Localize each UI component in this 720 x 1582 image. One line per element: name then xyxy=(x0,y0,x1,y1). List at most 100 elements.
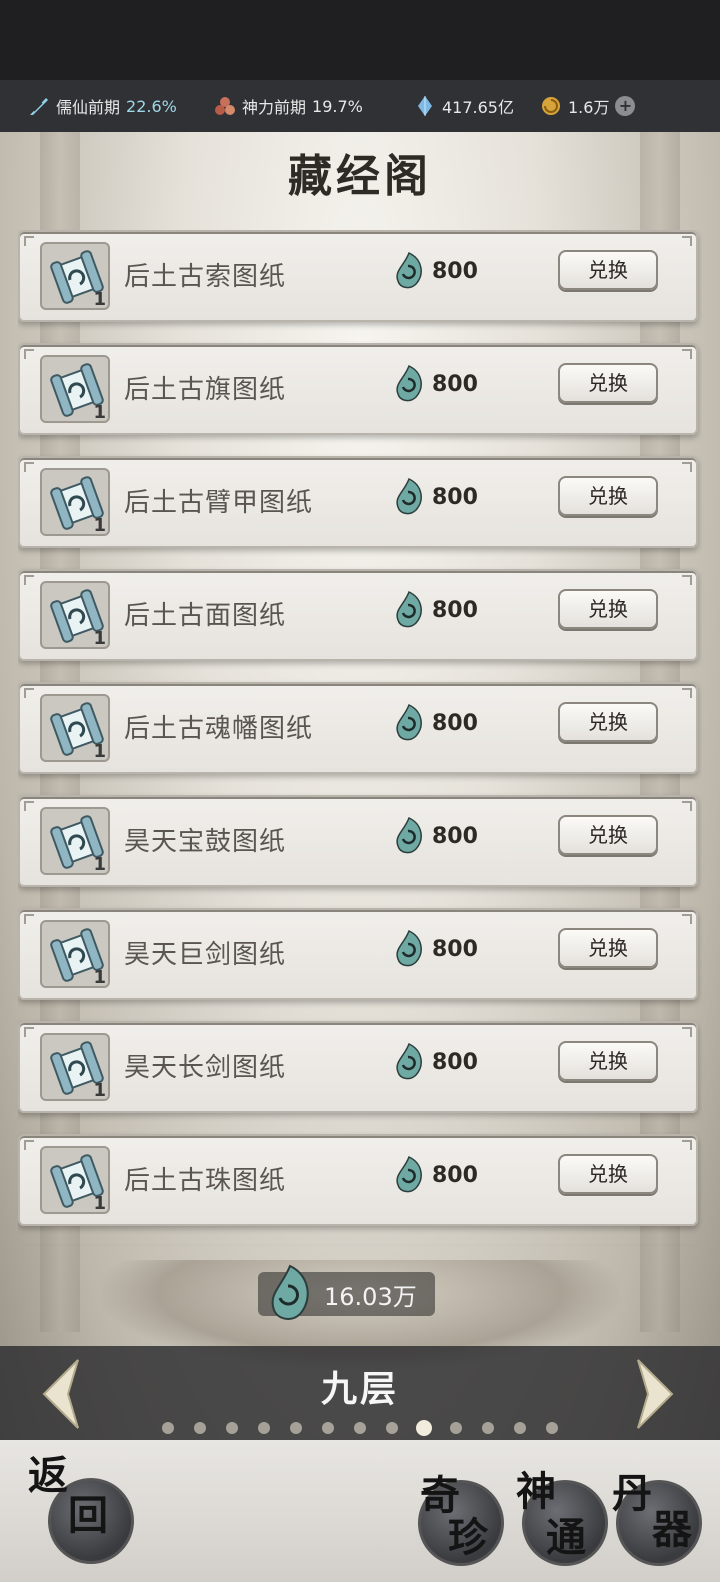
item-row: 1 后土古旗图纸 800 兑换 xyxy=(18,343,698,435)
item-thumbnail[interactable]: 1 xyxy=(40,581,110,649)
back-button[interactable]: 返 回 xyxy=(28,1452,134,1566)
jade-token-icon xyxy=(396,478,422,515)
item-cost: 800 xyxy=(392,930,478,968)
item-cost-value: 800 xyxy=(432,1162,478,1188)
item-thumbnail[interactable]: 1 xyxy=(40,242,110,310)
floor-name: 九层 xyxy=(320,1368,399,1410)
token-balance: 16.03万 xyxy=(258,1264,435,1320)
token-balance-value: 16.03万 xyxy=(324,1282,417,1311)
item-name: 昊天巨剑图纸 xyxy=(124,940,287,970)
spirit-stone-counter: 417.65亿 xyxy=(414,94,514,118)
divine-power-percent: 19.7% xyxy=(312,96,363,116)
elixir-char-2: 器 xyxy=(652,1506,692,1553)
item-thumbnail[interactable]: 1 xyxy=(40,355,110,423)
jade-token-icon xyxy=(396,252,422,289)
item-quantity: 1 xyxy=(93,854,106,875)
divine-char-1: 神 xyxy=(516,1468,556,1515)
next-floor-arrow-icon[interactable] xyxy=(632,1356,678,1432)
exchange-button[interactable]: 兑换 xyxy=(558,1041,658,1081)
page-dot[interactable] xyxy=(322,1422,334,1434)
item-row: 1 后土古索图纸 800 兑换 xyxy=(18,230,698,322)
page-dot-active[interactable] xyxy=(416,1420,432,1436)
item-list[interactable]: 1 后土古索图纸 800 兑换 1 后土古旗图纸 800 兑换 1 后土古臂甲图… xyxy=(18,230,702,1246)
exchange-button[interactable]: 兑换 xyxy=(558,476,658,516)
item-name: 昊天长剑图纸 xyxy=(124,1053,287,1083)
triple-flame-icon xyxy=(215,97,235,115)
exchange-button[interactable]: 兑换 xyxy=(558,1154,658,1194)
back-char-1: 返 xyxy=(28,1452,68,1499)
item-cost: 800 xyxy=(392,591,478,629)
top-decor-band xyxy=(0,0,720,80)
item-thumbnail[interactable]: 1 xyxy=(40,1146,110,1214)
item-cost: 800 xyxy=(392,365,478,403)
item-cost: 800 xyxy=(392,1156,478,1194)
item-name: 后土古珠图纸 xyxy=(124,1166,287,1196)
crystal-icon xyxy=(418,96,432,116)
jade-token-icon xyxy=(396,591,422,628)
item-cost-value: 800 xyxy=(432,371,478,397)
page-dot[interactable] xyxy=(514,1422,526,1434)
exchange-button[interactable]: 兑换 xyxy=(558,250,658,290)
item-row: 1 后土古面图纸 800 兑换 xyxy=(18,569,698,661)
item-name: 后土古臂甲图纸 xyxy=(124,488,314,518)
page-dot[interactable] xyxy=(290,1422,302,1434)
back-char-2: 回 xyxy=(68,1492,108,1539)
item-thumbnail[interactable]: 1 xyxy=(40,468,110,536)
exchange-button[interactable]: 兑换 xyxy=(558,928,658,968)
page-dot[interactable] xyxy=(162,1422,174,1434)
gold-swirl-icon xyxy=(542,97,560,115)
item-quantity: 1 xyxy=(93,1080,106,1101)
item-cost: 800 xyxy=(392,252,478,290)
item-cost-value: 800 xyxy=(432,258,478,284)
item-quantity: 1 xyxy=(93,1193,106,1214)
item-row: 1 昊天宝鼓图纸 800 兑换 xyxy=(18,795,698,887)
rare-char-1: 奇 xyxy=(420,1472,460,1519)
divine-skill-button[interactable]: 神 通 xyxy=(516,1466,612,1576)
page-dot[interactable] xyxy=(194,1422,206,1434)
item-cost: 800 xyxy=(392,478,478,516)
item-cost-value: 800 xyxy=(432,710,478,736)
divine-power-label: 神力前期 xyxy=(242,98,307,117)
divine-char-2: 通 xyxy=(546,1514,586,1561)
item-thumbnail[interactable]: 1 xyxy=(40,807,110,875)
feather-blade-icon xyxy=(30,98,48,115)
item-cost-value: 800 xyxy=(432,1049,478,1075)
exchange-button[interactable]: 兑换 xyxy=(558,815,658,855)
item-row: 1 后土古臂甲图纸 800 兑换 xyxy=(18,456,698,548)
add-currency-button[interactable]: + xyxy=(615,96,636,116)
jade-token-icon xyxy=(396,704,422,741)
page-dot[interactable] xyxy=(354,1422,366,1434)
item-quantity: 1 xyxy=(93,289,106,310)
jade-token-icon xyxy=(271,1264,309,1320)
rare-char-2: 珍 xyxy=(448,1514,488,1561)
cultivation-percent: 22.6% xyxy=(126,96,177,116)
item-name: 后土古面图纸 xyxy=(124,601,287,631)
rare-treasure-button[interactable]: 奇 珍 xyxy=(418,1466,514,1576)
item-name: 昊天宝鼓图纸 xyxy=(124,827,287,857)
item-cost-value: 800 xyxy=(432,484,478,510)
page-dot[interactable] xyxy=(226,1422,238,1434)
jade-token-icon xyxy=(396,1156,422,1193)
jade-token-icon xyxy=(396,930,422,967)
item-thumbnail[interactable]: 1 xyxy=(40,1033,110,1101)
item-thumbnail[interactable]: 1 xyxy=(40,920,110,988)
item-cost: 800 xyxy=(392,817,478,855)
gold-currency-counter: 1.6万 + xyxy=(540,94,636,118)
item-quantity: 1 xyxy=(93,741,106,762)
item-thumbnail[interactable]: 1 xyxy=(40,694,110,762)
elixir-artifact-button[interactable]: 丹 器 xyxy=(612,1466,712,1576)
exchange-button[interactable]: 兑换 xyxy=(558,363,658,403)
item-name: 后土古旗图纸 xyxy=(124,375,287,405)
item-row: 1 昊天巨剑图纸 800 兑换 xyxy=(18,908,698,1000)
page-dot[interactable] xyxy=(258,1422,270,1434)
jade-token-icon xyxy=(396,1043,422,1080)
item-quantity: 1 xyxy=(93,515,106,536)
page-dot[interactable] xyxy=(546,1422,558,1434)
page-dot[interactable] xyxy=(386,1422,398,1434)
exchange-button[interactable]: 兑换 xyxy=(558,702,658,742)
exchange-button[interactable]: 兑换 xyxy=(558,589,658,629)
divine-power-status: 神力前期 19.7% xyxy=(214,94,363,118)
page-dot[interactable] xyxy=(482,1422,494,1434)
jade-token-icon xyxy=(396,365,422,402)
page-dot[interactable] xyxy=(450,1422,462,1434)
